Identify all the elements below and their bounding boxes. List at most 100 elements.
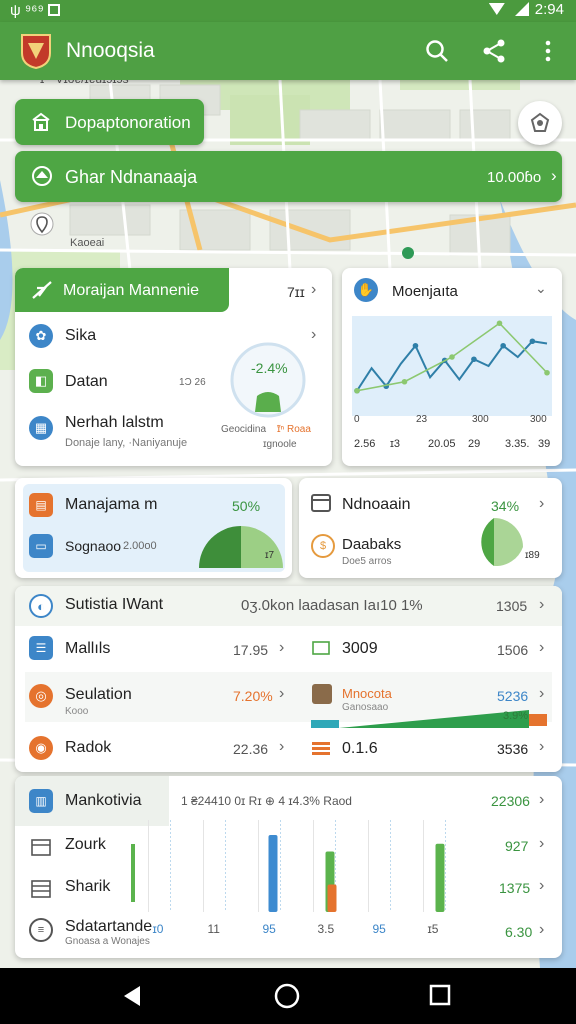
share-icon[interactable]	[481, 38, 507, 64]
search-bar[interactable]: Ghar Ndnanaaja 10.00ɓo ›	[15, 151, 562, 202]
bottom-row-4-chevron-icon[interactable]: ›	[539, 921, 544, 939]
route-icon	[32, 166, 52, 186]
stats-row-2-bar-value: 3.9%	[503, 710, 529, 722]
stats-header-chevron-icon[interactable]: ›	[539, 596, 544, 614]
line-chart-title: Moenjaıta	[392, 283, 458, 300]
bottom-row-2-chevron-icon[interactable]: ›	[539, 835, 544, 853]
stats-header-detail: 0ʒ.0kon laadasan Iaı10 1%	[241, 597, 423, 614]
manager-card-header[interactable]: Moraijan Mannenie	[15, 268, 229, 312]
line-point	[471, 356, 477, 363]
bar	[435, 843, 445, 912]
management-percent: 50%	[232, 498, 261, 514]
ndnoaain-pie	[481, 518, 523, 566]
stats-row-2-sub: Kooo	[65, 706, 89, 717]
search-icon[interactable]	[424, 38, 450, 64]
stats-row-1-right-chevron-icon[interactable]: ›	[539, 639, 544, 657]
stats-header-value: 1305	[496, 598, 528, 614]
manager-row-3-label[interactable]: Nerhah lalstm	[65, 414, 164, 432]
department-label: Dopaptonoration	[65, 113, 191, 132]
grid-icon: ▤	[29, 493, 53, 517]
chart-board-icon: ▥	[29, 789, 53, 813]
stats-row-2-label[interactable]: Seulation	[65, 686, 132, 704]
stats-row-1-value: 17.95	[233, 642, 269, 658]
app-title: Nnooqsia	[66, 39, 155, 62]
manager-row-1-label[interactable]: Sika	[65, 327, 96, 345]
bottom-row-2-value: 927	[505, 838, 529, 854]
line-chart-expand-icon[interactable]: ⌄	[535, 280, 547, 297]
bar-x-tick: ɪ5	[427, 922, 439, 936]
calendar-small-icon	[31, 839, 51, 856]
home-icon[interactable]	[274, 983, 300, 1009]
ndnoaain-sub-caption: Doe5 arros	[342, 556, 392, 567]
stats-row-1-label[interactable]: Mallıls	[65, 640, 110, 658]
manager-header-chevron-icon[interactable]: ›	[311, 281, 316, 299]
plane-icon	[32, 281, 52, 299]
bar-x-tick: 95	[372, 922, 386, 936]
app-logo-icon[interactable]	[20, 33, 52, 69]
bike-icon: ✿	[29, 324, 53, 348]
ndnoaain-card[interactable]: Ndnoaain 34% › $ Daabaks Doe5 arros ɪ89	[299, 478, 562, 578]
stats-row-3-label[interactable]: Radok	[65, 739, 111, 757]
bottom-card[interactable]: ▥ Mankotivia 1 ₴24410 0ɪ Rɪ ⊕ 4 ɪ4.3% Ra…	[15, 776, 562, 958]
window-icon	[311, 494, 331, 512]
recents-icon[interactable]	[429, 984, 451, 1006]
line-point	[354, 387, 360, 394]
back-icon[interactable]	[120, 984, 144, 1008]
target-icon: ◎	[29, 684, 53, 708]
bar	[268, 835, 278, 912]
department-button[interactable]: Dopaptonoration	[15, 99, 204, 145]
app-bar: Nnooqsia	[0, 22, 576, 80]
status-time: 2:94	[534, 1, 564, 18]
stats-row-1-chevron-icon[interactable]: ›	[279, 639, 284, 657]
chart-icon: ▭	[29, 534, 53, 558]
manager-row-2-label[interactable]: Datan	[65, 373, 108, 391]
gauge-icon	[230, 342, 306, 418]
compass-button[interactable]	[518, 101, 562, 145]
location-pin-icon[interactable]	[30, 212, 54, 240]
bottom-row-1-label[interactable]: Mankotivia	[65, 792, 141, 810]
bottom-row-1-chevron-icon[interactable]: ›	[539, 791, 544, 809]
line-x-tick: ɪ3	[390, 438, 401, 450]
management-title: Manajama m	[65, 496, 158, 513]
manager-title-value: 7ɪɪ	[287, 284, 305, 300]
stats-header-row[interactable]: ◐ Sutistia IWant 0ʒ.0kon laadasan Iaı10 …	[15, 586, 562, 626]
ndnoaain-chevron-icon[interactable]: ›	[539, 495, 544, 513]
line-chart-card[interactable]: ✋ Moenjaıta ⌄ 0 23 300 300 2.56 ɪ3 20.05 29 3.3…	[342, 268, 562, 466]
globe-icon: ◐	[29, 594, 53, 618]
search-label: Ghar Ndnanaaja	[65, 167, 198, 187]
bottom-row-3-value: 1375	[499, 880, 531, 896]
status-left: ψ ⁹⁶⁹	[10, 2, 60, 19]
management-card[interactable]: ▤ Manajama m 50% ▭ Sognaoo 2.00o0 ɪ7	[15, 478, 292, 578]
search-chevron-icon[interactable]: ›	[551, 166, 557, 186]
bottom-row-2-label[interactable]: Zourk	[65, 836, 106, 854]
data-icon: ◧	[29, 369, 53, 393]
compass-icon	[530, 112, 550, 132]
status-right: 2:94	[488, 1, 564, 18]
line-y-tick: 23	[416, 414, 428, 425]
bottom-row-3-chevron-icon[interactable]: ›	[539, 877, 544, 895]
gauge-value: -2.4%	[251, 360, 288, 376]
ndnoaain-sub-label: Daabaks	[342, 536, 402, 553]
search-value: 10.00ɓo	[487, 169, 542, 186]
bottom-row-3-label[interactable]: Sharik	[65, 878, 110, 896]
signal-icon	[514, 2, 529, 16]
more-vert-icon[interactable]	[535, 38, 561, 64]
stats-row-3-chevron-icon[interactable]: ›	[279, 738, 284, 756]
map-label-left: Kaoeai	[70, 237, 105, 249]
line-chart	[352, 316, 552, 416]
bar	[327, 884, 337, 912]
bottom-row-4-sub: Gnoasa a Wonajes	[65, 936, 150, 947]
line-x-tick: 29	[468, 438, 481, 450]
stats-row-2-chevron-icon[interactable]: ›	[279, 685, 284, 703]
management-sub-value: 2.00o0	[123, 540, 157, 552]
line-point	[544, 369, 550, 376]
stats-list-card[interactable]: ◐ Sutistia IWant 0ʒ.0kon laadasan Iaı10 …	[15, 586, 562, 772]
list-icon: ☰	[29, 636, 53, 660]
line-point	[500, 342, 506, 349]
gauge-caption-3: ɪgnoole	[263, 439, 297, 450]
bar	[131, 844, 135, 902]
hand-icon: ✋	[354, 278, 378, 302]
manager-card[interactable]: Moraijan Mannenie 7ɪɪ › ✿ Sika › ◧ Datan…	[15, 268, 332, 466]
radio-icon: ◉	[29, 736, 53, 760]
stats-row-3-right-chevron-icon[interactable]: ›	[539, 738, 544, 756]
